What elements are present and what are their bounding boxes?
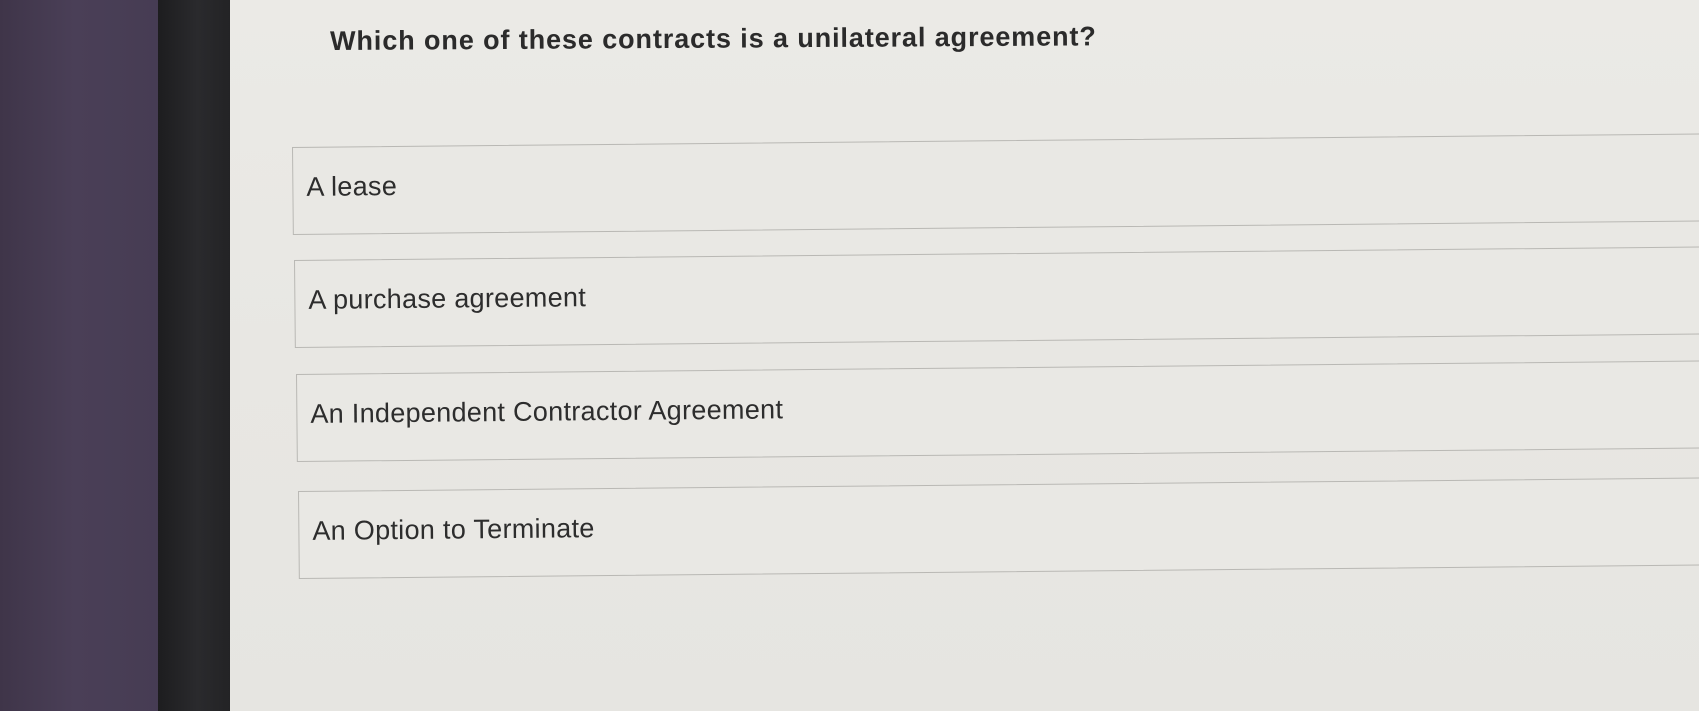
- answer-option-label: An Option to Terminate: [312, 513, 595, 546]
- answer-option-a-lease[interactable]: A lease: [292, 132, 1699, 235]
- answer-option-option-to-terminate[interactable]: An Option to Terminate: [298, 476, 1699, 579]
- answer-option-independent-contractor[interactable]: An Independent Contractor Agreement: [296, 359, 1699, 462]
- answer-option-label: An Independent Contractor Agreement: [310, 394, 784, 429]
- answer-option-label: A lease: [306, 170, 398, 202]
- photo-frame: Which one of these contracts is a unilat…: [0, 0, 1699, 711]
- answer-option-label: A purchase agreement: [308, 282, 587, 315]
- monitor-bezel: [158, 0, 230, 711]
- answer-option-purchase-agreement[interactable]: A purchase agreement: [294, 245, 1699, 348]
- desktop-background-strip: [0, 0, 165, 711]
- answer-options-list: A lease A purchase agreement An Independ…: [230, 0, 1699, 711]
- quiz-screen: Which one of these contracts is a unilat…: [230, 0, 1699, 711]
